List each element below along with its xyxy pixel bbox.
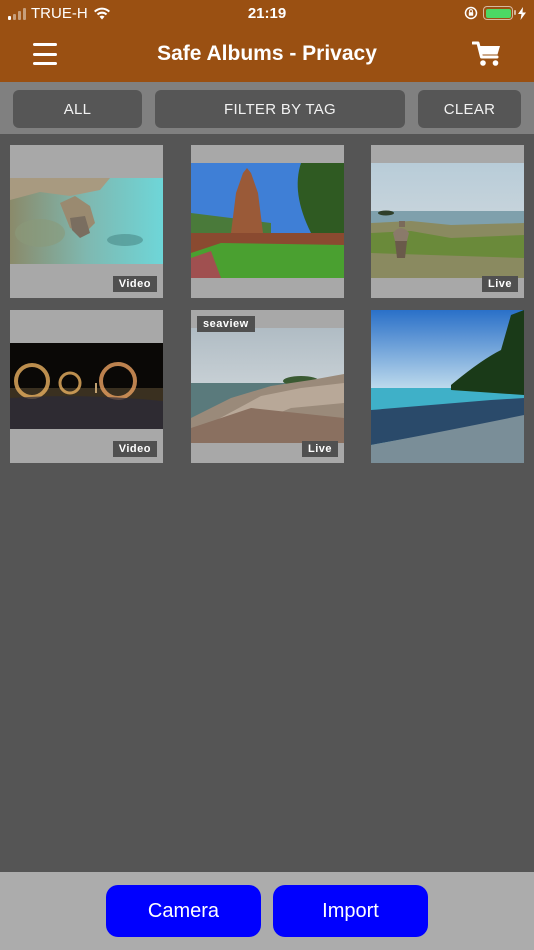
photo-thumbnail — [191, 163, 344, 278]
gallery-item[interactable]: Video — [10, 310, 163, 463]
photo-thumbnail — [371, 163, 524, 278]
gallery-item[interactable]: Live — [371, 145, 524, 298]
charging-bolt-icon — [518, 6, 526, 20]
media-type-badge: Live — [481, 276, 518, 292]
photo-thumbnail — [371, 310, 524, 463]
photo-thumbnail — [10, 343, 163, 429]
media-type-badge: Live — [301, 441, 338, 457]
gallery-item[interactable]: Video — [10, 145, 163, 298]
shopping-cart-icon[interactable] — [472, 40, 502, 68]
page-title: Safe Albums - Privacy — [157, 42, 377, 65]
clear-button[interactable]: CLEAR — [418, 90, 521, 128]
filter-by-tag-button[interactable]: FILTER BY TAG — [155, 90, 405, 128]
gallery-item[interactable] — [371, 310, 524, 463]
photo-thumbnail — [10, 178, 163, 264]
media-type-badge: Video — [112, 441, 157, 457]
tag-badge: seaview — [197, 316, 255, 332]
navigation-bar: Safe Albums - Privacy — [0, 28, 534, 82]
status-bar: TRUE-H 21:19 — [0, 0, 534, 28]
bottom-toolbar: Camera Import — [0, 872, 534, 950]
gallery-item[interactable]: seaview Live — [191, 310, 344, 463]
rotation-lock-icon — [464, 6, 478, 20]
all-button[interactable]: ALL — [13, 90, 142, 128]
camera-button[interactable]: Camera — [106, 885, 261, 937]
battery-icon — [483, 6, 516, 20]
photo-grid: Video Live Video seaview Live — [0, 134, 534, 872]
gallery-item[interactable] — [191, 145, 344, 298]
import-button[interactable]: Import — [273, 885, 428, 937]
media-type-badge: Video — [112, 276, 157, 292]
photo-thumbnail — [191, 328, 344, 443]
clock: 21:19 — [247, 5, 287, 22]
filter-bar: ALL FILTER BY TAG CLEAR — [0, 82, 534, 134]
